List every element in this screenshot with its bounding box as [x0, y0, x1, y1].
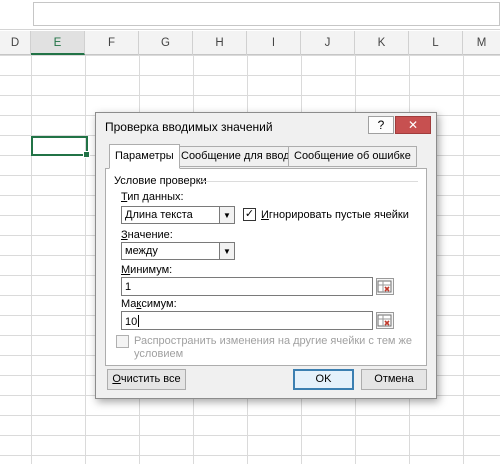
tab-panel-parameters: Условие проверки Тип данных: Длина текст… — [105, 168, 427, 366]
chevron-down-icon: ▼ — [219, 207, 234, 223]
apply-all-label: Распространить изменения на другие ячейк… — [134, 335, 413, 360]
column-header-i[interactable]: I — [247, 31, 301, 55]
maximum-value: 10 — [125, 315, 140, 328]
ignore-blank-checkbox[interactable]: ✓ — [243, 208, 256, 221]
column-header-e[interactable]: E — [31, 31, 85, 55]
operator-value: между — [125, 245, 158, 257]
formula-input[interactable] — [33, 2, 500, 26]
selected-cell[interactable] — [31, 136, 90, 158]
data-type-value: Длина текста — [125, 209, 193, 221]
operator-label: Значение: — [121, 229, 173, 241]
close-button[interactable]: ✕ — [395, 116, 431, 134]
minimum-input[interactable]: 1 — [121, 277, 373, 296]
maximum-input[interactable]: 10 — [121, 311, 373, 330]
formula-bar — [0, 0, 500, 30]
data-type-select[interactable]: Длина текста ▼ — [121, 206, 235, 224]
chevron-down-icon: ▼ — [219, 243, 234, 259]
minimum-value: 1 — [125, 281, 132, 293]
group-label: Условие проверки — [114, 175, 207, 187]
range-picker-icon — [377, 314, 392, 327]
dialog-titlebar[interactable]: Проверка вводимых значений ? ✕ — [96, 113, 436, 140]
column-header-g[interactable]: G — [139, 31, 193, 55]
dialog-title: Проверка вводимых значений — [105, 120, 273, 134]
cancel-button[interactable]: Отмена — [361, 369, 427, 390]
text-caret — [138, 315, 140, 327]
maximum-range-picker-button[interactable] — [376, 312, 394, 329]
clear-all-button[interactable]: Очистить все — [107, 369, 186, 390]
help-button[interactable]: ? — [368, 116, 394, 134]
range-picker-icon — [377, 280, 392, 293]
apply-all-checkbox[interactable] — [116, 335, 129, 348]
minimum-range-picker-button[interactable] — [376, 278, 394, 295]
column-header-l[interactable]: L — [409, 31, 463, 55]
column-header-m[interactable]: M — [463, 31, 500, 55]
column-headers: D E F G H I J K L M — [0, 31, 500, 55]
column-header-k[interactable]: K — [355, 31, 409, 55]
group-divider — [200, 181, 418, 182]
minimum-label: Минимум: — [121, 264, 173, 276]
tab-input-message[interactable]: Сообщение для ввода — [175, 146, 302, 167]
tab-error-message[interactable]: Сообщение об ошибке — [288, 146, 417, 167]
column-header-h[interactable]: H — [193, 31, 247, 55]
tab-parameters[interactable]: Параметры — [109, 144, 180, 169]
column-header-f[interactable]: F — [85, 31, 139, 55]
maximum-label: Максимум: — [121, 298, 177, 310]
data-validation-dialog: Проверка вводимых значений ? ✕ Параметры… — [95, 112, 437, 399]
column-header-j[interactable]: J — [301, 31, 355, 55]
column-header-d[interactable]: D — [0, 31, 31, 55]
ignore-blank-label: Игнорировать пустые ячейки — [261, 209, 409, 221]
data-type-label: Тип данных: — [121, 191, 184, 203]
ok-button[interactable]: OK — [293, 369, 354, 390]
operator-select[interactable]: между ▼ — [121, 242, 235, 260]
